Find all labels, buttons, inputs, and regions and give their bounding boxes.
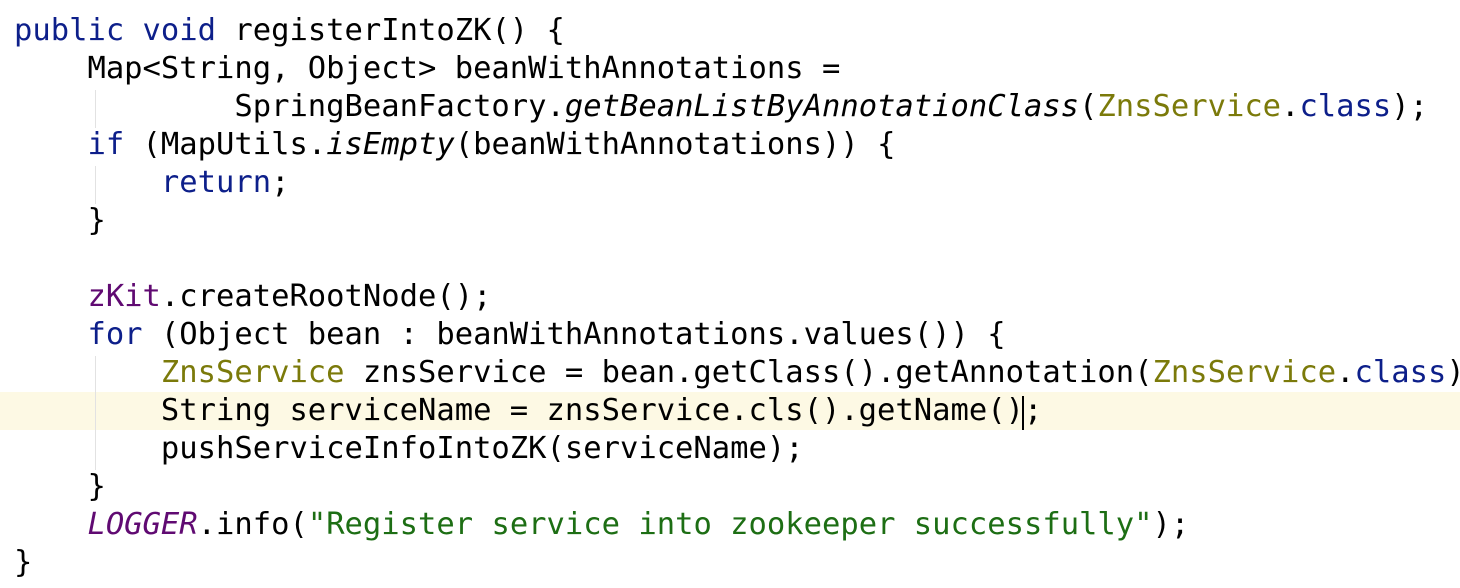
code-line-current[interactable]: String serviceName = znsService.cls().ge… (0, 392, 1460, 430)
code-text: pushServiceInfoIntoZK(serviceName); (14, 430, 804, 468)
code-token: pushServiceInfoIntoZK(serviceName); (14, 431, 804, 466)
code-line[interactable]: return; (0, 164, 1460, 202)
code-token: ); (1446, 355, 1460, 390)
code-token: "Register service into zookeeper success… (307, 507, 1153, 542)
indent-guide (95, 166, 96, 204)
code-line[interactable]: } (0, 544, 1460, 582)
code-token: getBeanListByAnnotationClass (564, 89, 1080, 124)
code-line[interactable]: LOGGER.info("Register service into zooke… (0, 506, 1460, 544)
code-text: } (14, 202, 106, 240)
code-token: ( (1079, 89, 1098, 124)
code-token: . (1281, 89, 1300, 124)
code-token: String serviceName = znsService.cls().ge… (14, 393, 1043, 428)
code-text: } (14, 468, 106, 506)
code-token: } (14, 545, 33, 580)
code-line[interactable]: zKit.createRootNode(); (0, 278, 1460, 316)
code-token: for (87, 317, 143, 352)
code-token: (MapUtils. (124, 127, 327, 162)
code-token: LOGGER (87, 507, 198, 542)
code-token: Map<String, Object> beanWithAnnotations … (14, 51, 841, 86)
code-token: znsService = bean.getClass().getAnnotati… (344, 355, 1153, 390)
code-token: } (14, 469, 106, 504)
code-token: SpringBeanFactory. (14, 89, 565, 124)
code-line[interactable]: } (0, 202, 1460, 240)
code-text: if (MapUtils.isEmpty(beanWithAnnotations… (14, 126, 895, 164)
code-text: zKit.createRootNode(); (14, 278, 491, 316)
code-line[interactable]: if (MapUtils.isEmpty(beanWithAnnotations… (0, 126, 1460, 164)
code-text: for (Object bean : beanWithAnnotations.v… (14, 316, 1006, 354)
code-text: ZnsService znsService = bean.getClass().… (14, 354, 1460, 392)
code-text: SpringBeanFactory.getBeanListByAnnotatio… (14, 88, 1428, 126)
code-line[interactable]: for (Object bean : beanWithAnnotations.v… (0, 316, 1460, 354)
indent-guide (95, 90, 96, 128)
code-line[interactable]: pushServiceInfoIntoZK(serviceName); (0, 430, 1460, 468)
code-text: Map<String, Object> beanWithAnnotations … (14, 50, 840, 88)
code-token: ZnsService (1152, 355, 1337, 390)
code-token: ); (1152, 507, 1190, 542)
text-caret (1022, 396, 1024, 430)
code-token: (Object bean : beanWithAnnotations.value… (142, 317, 1006, 352)
code-token: } (14, 203, 106, 238)
code-text: LOGGER.info("Register service into zooke… (14, 506, 1189, 544)
code-token: return (160, 165, 272, 200)
indent-guide (95, 356, 96, 470)
code-text: } (14, 544, 32, 582)
code-token: if (87, 127, 125, 162)
code-line[interactable]: SpringBeanFactory.getBeanListByAnnotatio… (0, 88, 1460, 126)
code-text: return; (14, 164, 290, 202)
code-token: ; (271, 165, 290, 200)
code-text: String serviceName = znsService.cls().ge… (14, 392, 1042, 430)
code-line[interactable]: } (0, 468, 1460, 506)
code-token: registerIntoZK() { (216, 13, 565, 48)
code-token: class (1299, 89, 1392, 124)
code-text: public void registerIntoZK() { (14, 12, 565, 50)
code-editor[interactable]: public void registerIntoZK() { Map<Strin… (0, 0, 1460, 588)
code-token: .info( (197, 507, 308, 542)
code-line[interactable] (0, 240, 1460, 278)
code-line[interactable]: ZnsService znsService = bean.getClass().… (0, 354, 1460, 392)
code-token: ZnsService (160, 355, 345, 390)
code-token: zKit (87, 279, 161, 314)
code-line[interactable]: public void registerIntoZK() { (0, 12, 1460, 50)
code-token: . (1336, 355, 1355, 390)
code-token: (beanWithAnnotations)) { (454, 127, 896, 162)
code-token: isEmpty (326, 127, 455, 162)
code-token: ZnsService (1097, 89, 1282, 124)
code-token: class (1354, 355, 1447, 390)
code-line[interactable]: Map<String, Object> beanWithAnnotations … (0, 50, 1460, 88)
code-token: .createRootNode(); (160, 279, 492, 314)
code-token: public void (14, 13, 216, 48)
code-token: ); (1391, 89, 1428, 124)
